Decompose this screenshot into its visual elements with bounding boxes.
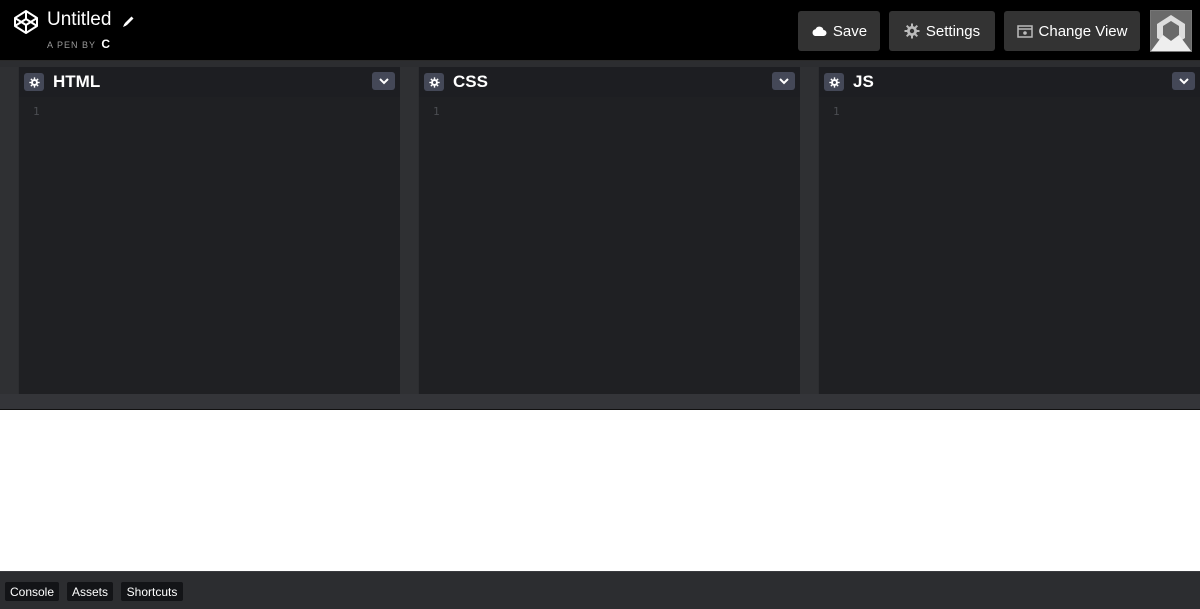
- js-pane-title: JS: [853, 72, 874, 91]
- top-header: Untitled A PEN BY C Save Settings Change…: [0, 0, 1200, 61]
- html-pane-settings-button[interactable]: [24, 73, 44, 91]
- line-number: 1: [433, 105, 440, 118]
- gear-icon: [28, 76, 40, 88]
- gear-icon: [904, 23, 920, 39]
- assets-button[interactable]: Assets: [67, 582, 113, 601]
- save-button-label: Save: [832, 22, 868, 40]
- html-editor-pane: HTML 1: [19, 67, 400, 394]
- bottom-bar: Console Assets Shortcuts: [0, 571, 1200, 609]
- css-pane-header: CSS: [419, 67, 800, 97]
- pencil-icon[interactable]: [122, 14, 136, 28]
- cloud-icon: [812, 26, 827, 36]
- css-pane-title: CSS: [453, 72, 488, 91]
- js-code-editor[interactable]: 1: [819, 97, 1200, 394]
- chevron-down-icon: [378, 77, 389, 84]
- codepen-logo-icon[interactable]: [13, 9, 39, 35]
- save-button[interactable]: Save: [798, 11, 880, 51]
- pen-byline: A PEN BY C: [47, 37, 110, 51]
- css-editor-pane: CSS 1: [419, 67, 800, 394]
- user-avatar[interactable]: [1150, 10, 1192, 52]
- gear-icon: [428, 76, 440, 88]
- chevron-down-icon: [1178, 77, 1189, 84]
- gear-icon: [828, 76, 840, 88]
- editor-panels: HTML 1 CSS 1 JS 1: [0, 61, 1200, 410]
- pen-title[interactable]: Untitled: [47, 9, 111, 30]
- css-pane-settings-button[interactable]: [424, 73, 444, 91]
- change-view-button-label: Change View: [1038, 22, 1128, 40]
- result-preview[interactable]: [0, 410, 1200, 571]
- css-pane-tab: CSS: [419, 67, 488, 97]
- html-pane-collapse-button[interactable]: [372, 72, 395, 90]
- js-editor-pane: JS 1: [819, 67, 1200, 394]
- js-pane-header: JS: [819, 67, 1200, 97]
- console-button[interactable]: Console: [5, 582, 59, 601]
- js-pane-settings-button[interactable]: [824, 73, 844, 91]
- pane-resizer[interactable]: [400, 67, 418, 394]
- layout-icon: [1016, 24, 1033, 38]
- change-view-button[interactable]: Change View: [1004, 11, 1140, 51]
- shortcuts-button[interactable]: Shortcuts: [121, 582, 183, 601]
- pen-title-area: Untitled: [47, 8, 136, 32]
- js-pane-collapse-button[interactable]: [1172, 72, 1195, 90]
- settings-button-label: Settings: [925, 22, 981, 40]
- html-pane-tab: HTML: [19, 67, 101, 97]
- css-pane-collapse-button[interactable]: [772, 72, 795, 90]
- byline-prefix: A PEN BY: [47, 40, 96, 50]
- html-pane-title: HTML: [53, 72, 101, 91]
- line-number: 1: [33, 105, 40, 118]
- left-gutter: [0, 67, 18, 394]
- settings-button[interactable]: Settings: [889, 11, 995, 51]
- author-name[interactable]: C: [101, 37, 110, 51]
- line-number: 1: [833, 105, 840, 118]
- chevron-down-icon: [778, 77, 789, 84]
- avatar-icon: [1151, 11, 1191, 51]
- editor-resize-bar[interactable]: [0, 394, 1200, 409]
- css-code-editor[interactable]: 1: [419, 97, 800, 394]
- js-pane-tab: JS: [819, 67, 874, 97]
- pane-resizer[interactable]: [800, 67, 818, 394]
- html-pane-header: HTML: [19, 67, 400, 97]
- html-code-editor[interactable]: 1: [19, 97, 400, 394]
